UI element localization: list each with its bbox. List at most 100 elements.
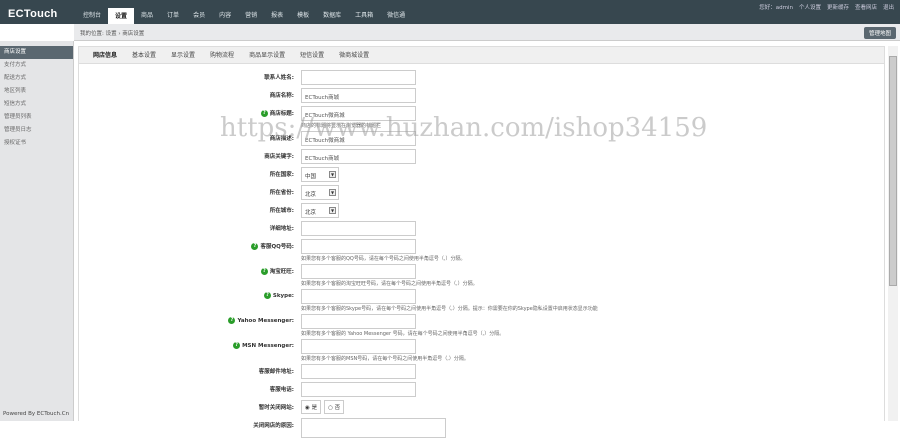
label-text: 联系人姓名: [264,75,294,81]
tab-6[interactable]: 微商城设置 [339,47,369,63]
user-link-3[interactable]: 查看网店 [855,3,877,11]
sidebar-item-4[interactable]: 短信方式 [0,98,73,111]
help-icon[interactable]: ? [260,267,268,275]
input-yahoo[interactable] [301,314,416,329]
label-text: 所在城市: [269,208,294,214]
sidebar-item-0[interactable]: 商店设置 [0,46,73,59]
main-panel: 网店信息 基本设置 显示设置 购物流程 商品显示设置 短信设置 微商城设置 联系人姓名: 商店… [78,46,885,438]
sidebar-item-1[interactable]: 支付方式 [0,59,73,72]
nav-item-0[interactable]: 控制台 [76,0,108,24]
sitemap-button[interactable]: 管理地图 [863,27,896,39]
sidebar-item-7[interactable]: 授权证书 [0,137,73,150]
form-row-city: 所在城市: 北京 ▼ [79,202,884,220]
scrollbar[interactable] [888,46,898,421]
radio-no[interactable]: ○ 否 [324,400,345,414]
user-link-1[interactable]: 个人设置 [799,3,821,11]
sidebar-item-5[interactable]: 管理员列表 [0,111,73,124]
top-bar: ECTouch 控制台 设置 商品 订单 会员 内容 营销 报表 模板 数据库 工具箱 微信通 您好：… [0,0,900,24]
label-ww: ? 淘宝旺旺: [260,267,294,275]
sidebar-item-2[interactable]: 配送方式 [0,72,73,85]
nav-item-9[interactable]: 数据库 [316,0,348,24]
sidebar-item-6[interactable]: 管理员日志 [0,124,73,137]
form-row-country: 所在国家: 中国 ▼ [79,166,884,184]
label-shop_desc: 商店描述: [270,134,294,142]
shop-info-form: 联系人姓名: 商店名称: ECTouch商城? 商店标题: ECTouch微商城 商店的标… [79,69,884,438]
tip-qq: 如果您有多个客服的QQ号码，请在每个号码之间使用半角逗号（,）分隔。 [301,256,466,262]
input-contact[interactable] [301,70,416,85]
label-text: 商店标题: [269,111,294,117]
tip-skype: 如果您有多个客服的Skype号码，请在每个号码之间使用半角逗号（,）分隔。提示：… [301,306,598,312]
label-text: 客服QQ号码: [260,244,294,250]
nav-item-4[interactable]: 会员 [186,0,212,24]
help-icon[interactable]: ? [251,242,259,250]
nav-item-1[interactable]: 设置 [108,8,135,24]
nav-item-10[interactable]: 工具箱 [348,0,380,24]
label-closed: 暂时关闭网站: [259,403,294,411]
select-city[interactable]: 北京 ▼ [301,203,339,218]
help-icon[interactable]: ? [260,109,268,117]
sidebar-item-3[interactable]: 地区列表 [0,85,73,98]
greeting: 您好：admin [759,5,793,11]
select-value: 北京 [305,210,317,216]
label-close_reason: 关闭网店的原因: [253,421,294,429]
form-row-contact: 联系人姓名: [79,69,884,87]
form-row-skype: ? Skype: 如果您有多个客服的Skype号码，请在每个号码之间使用半角逗号（,… [79,288,884,313]
tab-0[interactable]: 网店信息 [93,47,117,63]
scrollbar-thumb[interactable] [889,56,897,286]
label-skype: ? Skype: [263,292,294,299]
input-shop_name[interactable]: ECTouch商城 [301,88,416,103]
help-icon[interactable]: ? [228,317,236,324]
form-row-shop_desc: 商店描述: ECTouch微商城 [79,130,884,148]
textarea-close_reason[interactable] [301,418,446,438]
help-icon[interactable]: ? [263,292,271,299]
nav-item-5[interactable]: 内容 [212,0,238,24]
tab-4[interactable]: 商品显示设置 [249,47,285,63]
nav-item-8[interactable]: 模板 [290,0,316,24]
input-address[interactable] [301,221,416,236]
nav-item-11[interactable]: 微信通 [380,0,412,24]
input-keywords[interactable]: ECTouch商城 [301,149,416,164]
input-skype[interactable] [301,289,416,304]
help-icon[interactable]: ? [233,342,241,349]
input-phone[interactable] [301,382,416,397]
input-ww[interactable] [301,264,416,279]
input-qq[interactable] [301,239,416,254]
select-province[interactable]: 北京 ▼ [301,185,339,200]
tip-yahoo: 如果您有多个客服的 Yahoo Messenger 号码，请在每个号码之间使用半… [301,331,505,337]
form-row-email: 客服邮件地址: [79,363,884,381]
select-country[interactable]: 中国 ▼ [301,167,339,182]
input-msn[interactable] [301,339,416,354]
label-contact: 联系人姓名: [264,73,294,81]
label-text: 所在省份: [269,190,294,196]
chevron-down-icon: ▼ [329,189,336,196]
user-link-2[interactable]: 更新缓存 [827,3,849,11]
sidebar: 商店设置 支付方式 配送方式 地区列表 短信方式 管理员列表 管理员日志 授权证书 Power… [0,41,74,421]
input-shop_title[interactable]: ECTouch微商城 [301,106,416,121]
form-row-province: 所在省份: 北京 ▼ [79,184,884,202]
label-qq: ? 客服QQ号码: [251,242,294,250]
nav-item-6[interactable]: 营销 [238,0,264,24]
label-msn: ? MSN Messenger: [233,342,294,349]
label-city: 所在城市: [270,206,294,214]
tab-1[interactable]: 基本设置 [132,47,156,63]
tab-5[interactable]: 短信设置 [300,47,324,63]
form-row-keywords: 商店关键字: ECTouch商城 [79,148,884,166]
tip-shop_title: 商店的标题将显示在浏览器的标题栏 [301,123,382,129]
breadcrumb-bar: 我的位置: 设置 › 商店设置 管理地图 [74,24,900,41]
label-address: 详细地址: [270,224,294,232]
form-row-closed: 暂时关闭网站: ◉ 是 ○ 否 [79,399,884,417]
form-row-shop_name: 商店名称: ECTouch商城 [79,87,884,105]
form-row-ww: ? 淘宝旺旺: 如果您有多个客服的淘宝旺旺号码，请在每个号码之间使用半角逗号（,）分… [79,263,884,288]
user-link-4[interactable]: 退出 [883,3,894,11]
tab-3[interactable]: 购物流程 [210,47,234,63]
tab-2[interactable]: 显示设置 [171,47,195,63]
input-email[interactable] [301,364,416,379]
input-shop_desc[interactable]: ECTouch微商城 [301,131,416,146]
radio-yes[interactable]: ◉ 是 [301,400,322,414]
label-text: 商店名称: [269,93,294,99]
nav-item-2[interactable]: 商品 [134,0,160,24]
radio-group: ◉ 是 ○ 否 [301,400,345,414]
nav-item-3[interactable]: 订单 [160,0,186,24]
powered-by: Powered By ECTouch.Cn [3,411,70,417]
nav-item-7[interactable]: 报表 [264,0,290,24]
